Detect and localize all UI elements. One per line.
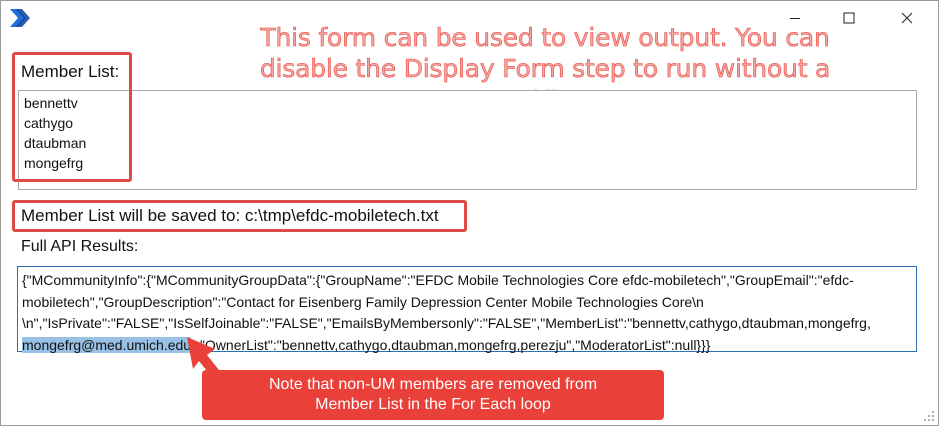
annotation-callout: Note that non-UM members are removed fro…	[202, 370, 664, 420]
close-icon	[901, 12, 913, 24]
api-results-textbox[interactable]: {"MCommunityInfo":{"MCommunityGroupData"…	[17, 266, 917, 353]
api-results-line: {"MCommunityInfo":{"MCommunityGroupData"…	[22, 272, 854, 288]
annotation-callout-line1: Note that non-UM members are removed fro…	[268, 376, 598, 393]
close-button[interactable]	[884, 0, 930, 36]
selected-email-text: mongefrg@med.umich.edu	[22, 336, 192, 353]
save-path-highlight-box	[12, 200, 467, 232]
api-results-line-rest: ","OwnerList":"bennettv,cathygo,dtaubman…	[191, 336, 711, 353]
api-results-line: \n","IsPrivate":"FALSE","IsSelfJoinable"…	[22, 315, 871, 331]
member-list-highlight-box	[12, 52, 132, 182]
api-results-line: mobiletech","GroupDescription":"Contact …	[22, 293, 704, 310]
resize-grip-icon[interactable]	[923, 410, 935, 422]
annotation-callout-line2: Member List in the For Each loop	[315, 396, 551, 413]
member-list-box[interactable]: bennettv cathygo dtaubman mongefrg	[18, 90, 917, 190]
full-api-results-label: Full API Results:	[21, 238, 139, 255]
api-results-line: mongefrg@med.umich.edu","OwnerList":"ben…	[22, 335, 912, 357]
annotation-headline-line1: This form can be used to view output. Yo…	[260, 23, 830, 53]
power-automate-chevron-icon	[10, 9, 30, 27]
